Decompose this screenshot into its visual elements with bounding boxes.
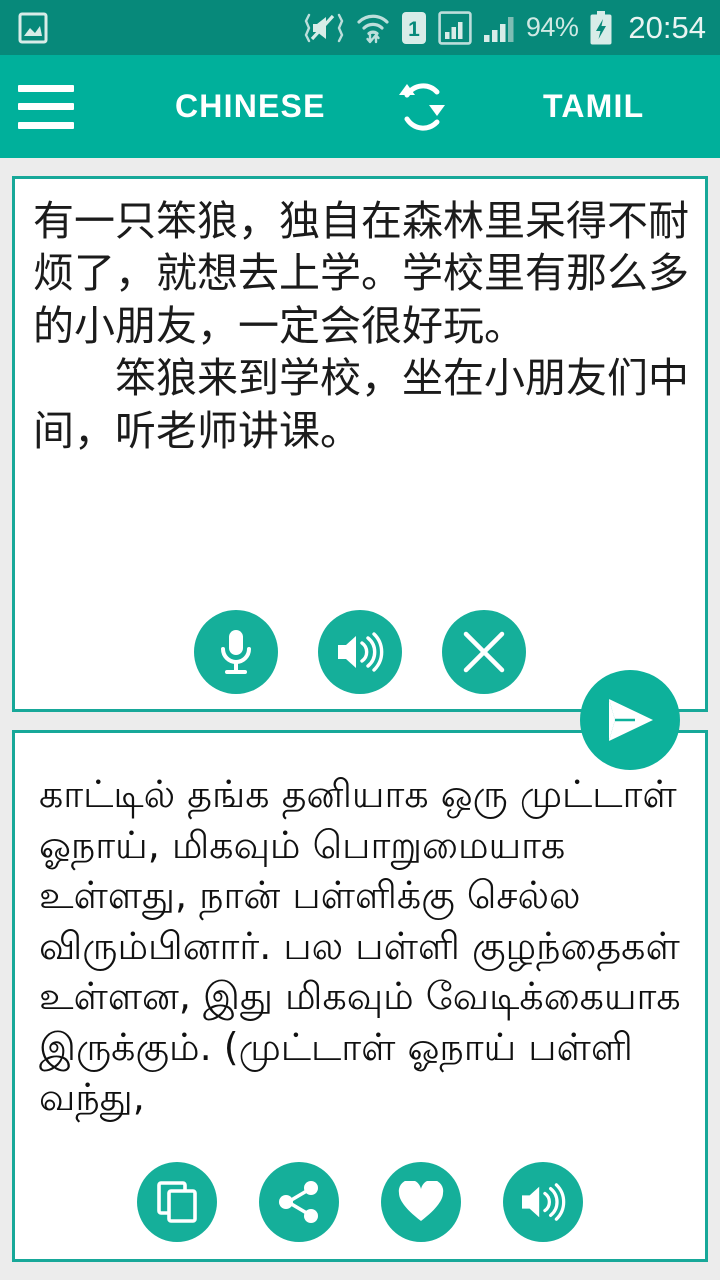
sim1-icon: 1 xyxy=(401,11,427,45)
battery-percent-label: 94% xyxy=(525,12,579,42)
share-button[interactable] xyxy=(259,1162,339,1242)
hamburger-bar xyxy=(18,84,74,92)
svg-text:1: 1 xyxy=(408,18,420,41)
swap-languages-icon[interactable] xyxy=(385,71,457,143)
signal-boxed-icon xyxy=(438,10,472,45)
speak-source-button[interactable] xyxy=(318,610,402,694)
favorite-button[interactable] xyxy=(381,1162,461,1242)
microphone-button[interactable] xyxy=(194,610,278,694)
app-bar: CHINESE TAMIL xyxy=(0,55,720,158)
copy-button[interactable] xyxy=(137,1162,217,1242)
heart-icon xyxy=(398,1181,444,1221)
source-text-input[interactable]: 有一只笨狼，独自在森林里呆得不耐烦了，就想去上学。学校里有那么多的小朋友，一定会… xyxy=(15,179,705,457)
close-icon xyxy=(463,631,505,673)
battery-charging-icon xyxy=(589,10,613,45)
translated-text: காட்டில் தங்க தனியாக ஒரு முட்டாள் ஓநாய்,… xyxy=(39,772,681,1120)
hamburger-menu-icon[interactable] xyxy=(18,84,74,129)
hamburger-bar xyxy=(18,103,74,110)
translate-button[interactable] xyxy=(580,670,680,770)
status-bar-clock: 20:54 xyxy=(628,10,706,45)
target-action-buttons xyxy=(0,1162,720,1242)
send-icon xyxy=(609,699,653,741)
source-language-selector[interactable]: CHINESE xyxy=(175,88,326,125)
gallery-icon xyxy=(18,12,48,44)
copy-icon xyxy=(157,1181,197,1223)
microphone-icon xyxy=(221,630,251,674)
hamburger-bar xyxy=(18,121,74,129)
clear-button[interactable] xyxy=(442,610,526,694)
wifi-icon xyxy=(356,11,390,45)
status-bar-right-icons: 1 94% 20:54 xyxy=(303,10,720,45)
signal-icon xyxy=(483,11,515,45)
speaker-icon xyxy=(338,632,384,672)
status-bar: 1 94% 20:54 xyxy=(0,0,720,55)
speak-target-button[interactable] xyxy=(503,1162,583,1242)
share-icon xyxy=(279,1181,318,1223)
speaker-icon xyxy=(522,1183,566,1221)
translator-app-screen: 1 94% 20:54 CHINESE TAMIL 有一只笨狼，独自在森林里呆得… xyxy=(0,0,720,1280)
vibrate-mute-icon xyxy=(303,11,345,45)
target-language-selector[interactable]: TAMIL xyxy=(543,88,644,125)
status-bar-left-icons xyxy=(0,12,48,44)
